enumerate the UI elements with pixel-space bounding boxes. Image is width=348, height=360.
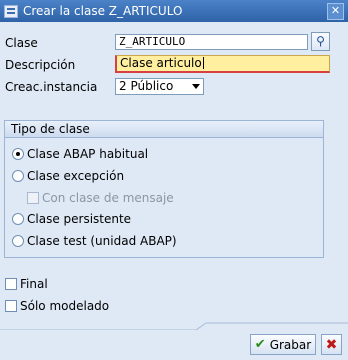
radio-button[interactable]	[12, 235, 24, 247]
checkbox-label: Sólo modelado	[20, 299, 110, 313]
checkmark-icon: ✔	[254, 337, 266, 352]
clase-field[interactable]: Z_ARTICULO	[115, 34, 308, 50]
radio-label: Clase ABAP habitual	[27, 147, 149, 161]
checkbox-con-clase-mensaje: Con clase de mensaje	[27, 191, 174, 205]
radio-button[interactable]	[12, 213, 24, 225]
instancia-value: 2 Público	[119, 79, 174, 93]
chevron-down-icon	[192, 84, 200, 89]
instancia-label: Creac.instancia	[5, 80, 98, 94]
radio-button[interactable]	[12, 170, 24, 182]
clase-label: Clase	[5, 36, 38, 50]
descripcion-label: Descripción	[5, 58, 76, 72]
window-title: Crear la clase Z_ARTICULO	[23, 4, 183, 18]
text-caret	[202, 57, 204, 69]
radio-label: Clase test (unidad ABAP)	[27, 234, 177, 248]
cancel-button[interactable]: ✖	[321, 334, 342, 355]
checkbox-label: Final	[20, 277, 48, 291]
radio-button-selected[interactable]	[12, 148, 24, 160]
descripcion-field[interactable]: Clase articulo	[115, 55, 330, 73]
close-icon[interactable]: ✕	[327, 3, 344, 20]
checkbox-label: Con clase de mensaje	[42, 191, 174, 205]
checkbox-final[interactable]: Final	[5, 277, 48, 291]
app-window-icon	[4, 4, 18, 18]
tipo-clase-group: Tipo de clase Clase ABAP habitual Clase …	[4, 120, 324, 258]
instancia-select[interactable]: 2 Público	[115, 78, 204, 95]
cancel-x-icon: ✖	[325, 336, 338, 353]
descripcion-value: Clase articulo	[120, 56, 202, 70]
checkbox-solo-modelado[interactable]: Sólo modelado	[5, 299, 109, 313]
radio-label: Clase excepción	[27, 169, 125, 183]
grabar-label: Grabar	[269, 337, 312, 352]
dialog-window: Crear la clase Z_ARTICULO ✕ Clase Z_ARTI…	[0, 0, 348, 360]
group-title: Tipo de clase	[5, 121, 323, 138]
radio-clase-abap-habitual[interactable]: Clase ABAP habitual	[12, 147, 148, 161]
radio-clase-persistente[interactable]: Clase persistente	[12, 212, 131, 226]
title-bar: Crear la clase Z_ARTICULO ✕	[0, 0, 348, 22]
radio-clase-excepcion[interactable]: Clase excepción	[12, 169, 124, 183]
checkbox[interactable]	[5, 300, 17, 312]
footer-toolbar: ✔ Grabar ✖	[0, 330, 348, 360]
checkbox-disabled	[27, 192, 39, 204]
grabar-button[interactable]: ✔ Grabar	[250, 334, 316, 355]
checkbox[interactable]	[5, 278, 17, 290]
possible-entries-icon[interactable]: ⚲	[311, 32, 330, 51]
radio-label: Clase persistente	[27, 212, 132, 226]
radio-clase-test[interactable]: Clase test (unidad ABAP)	[12, 234, 177, 248]
